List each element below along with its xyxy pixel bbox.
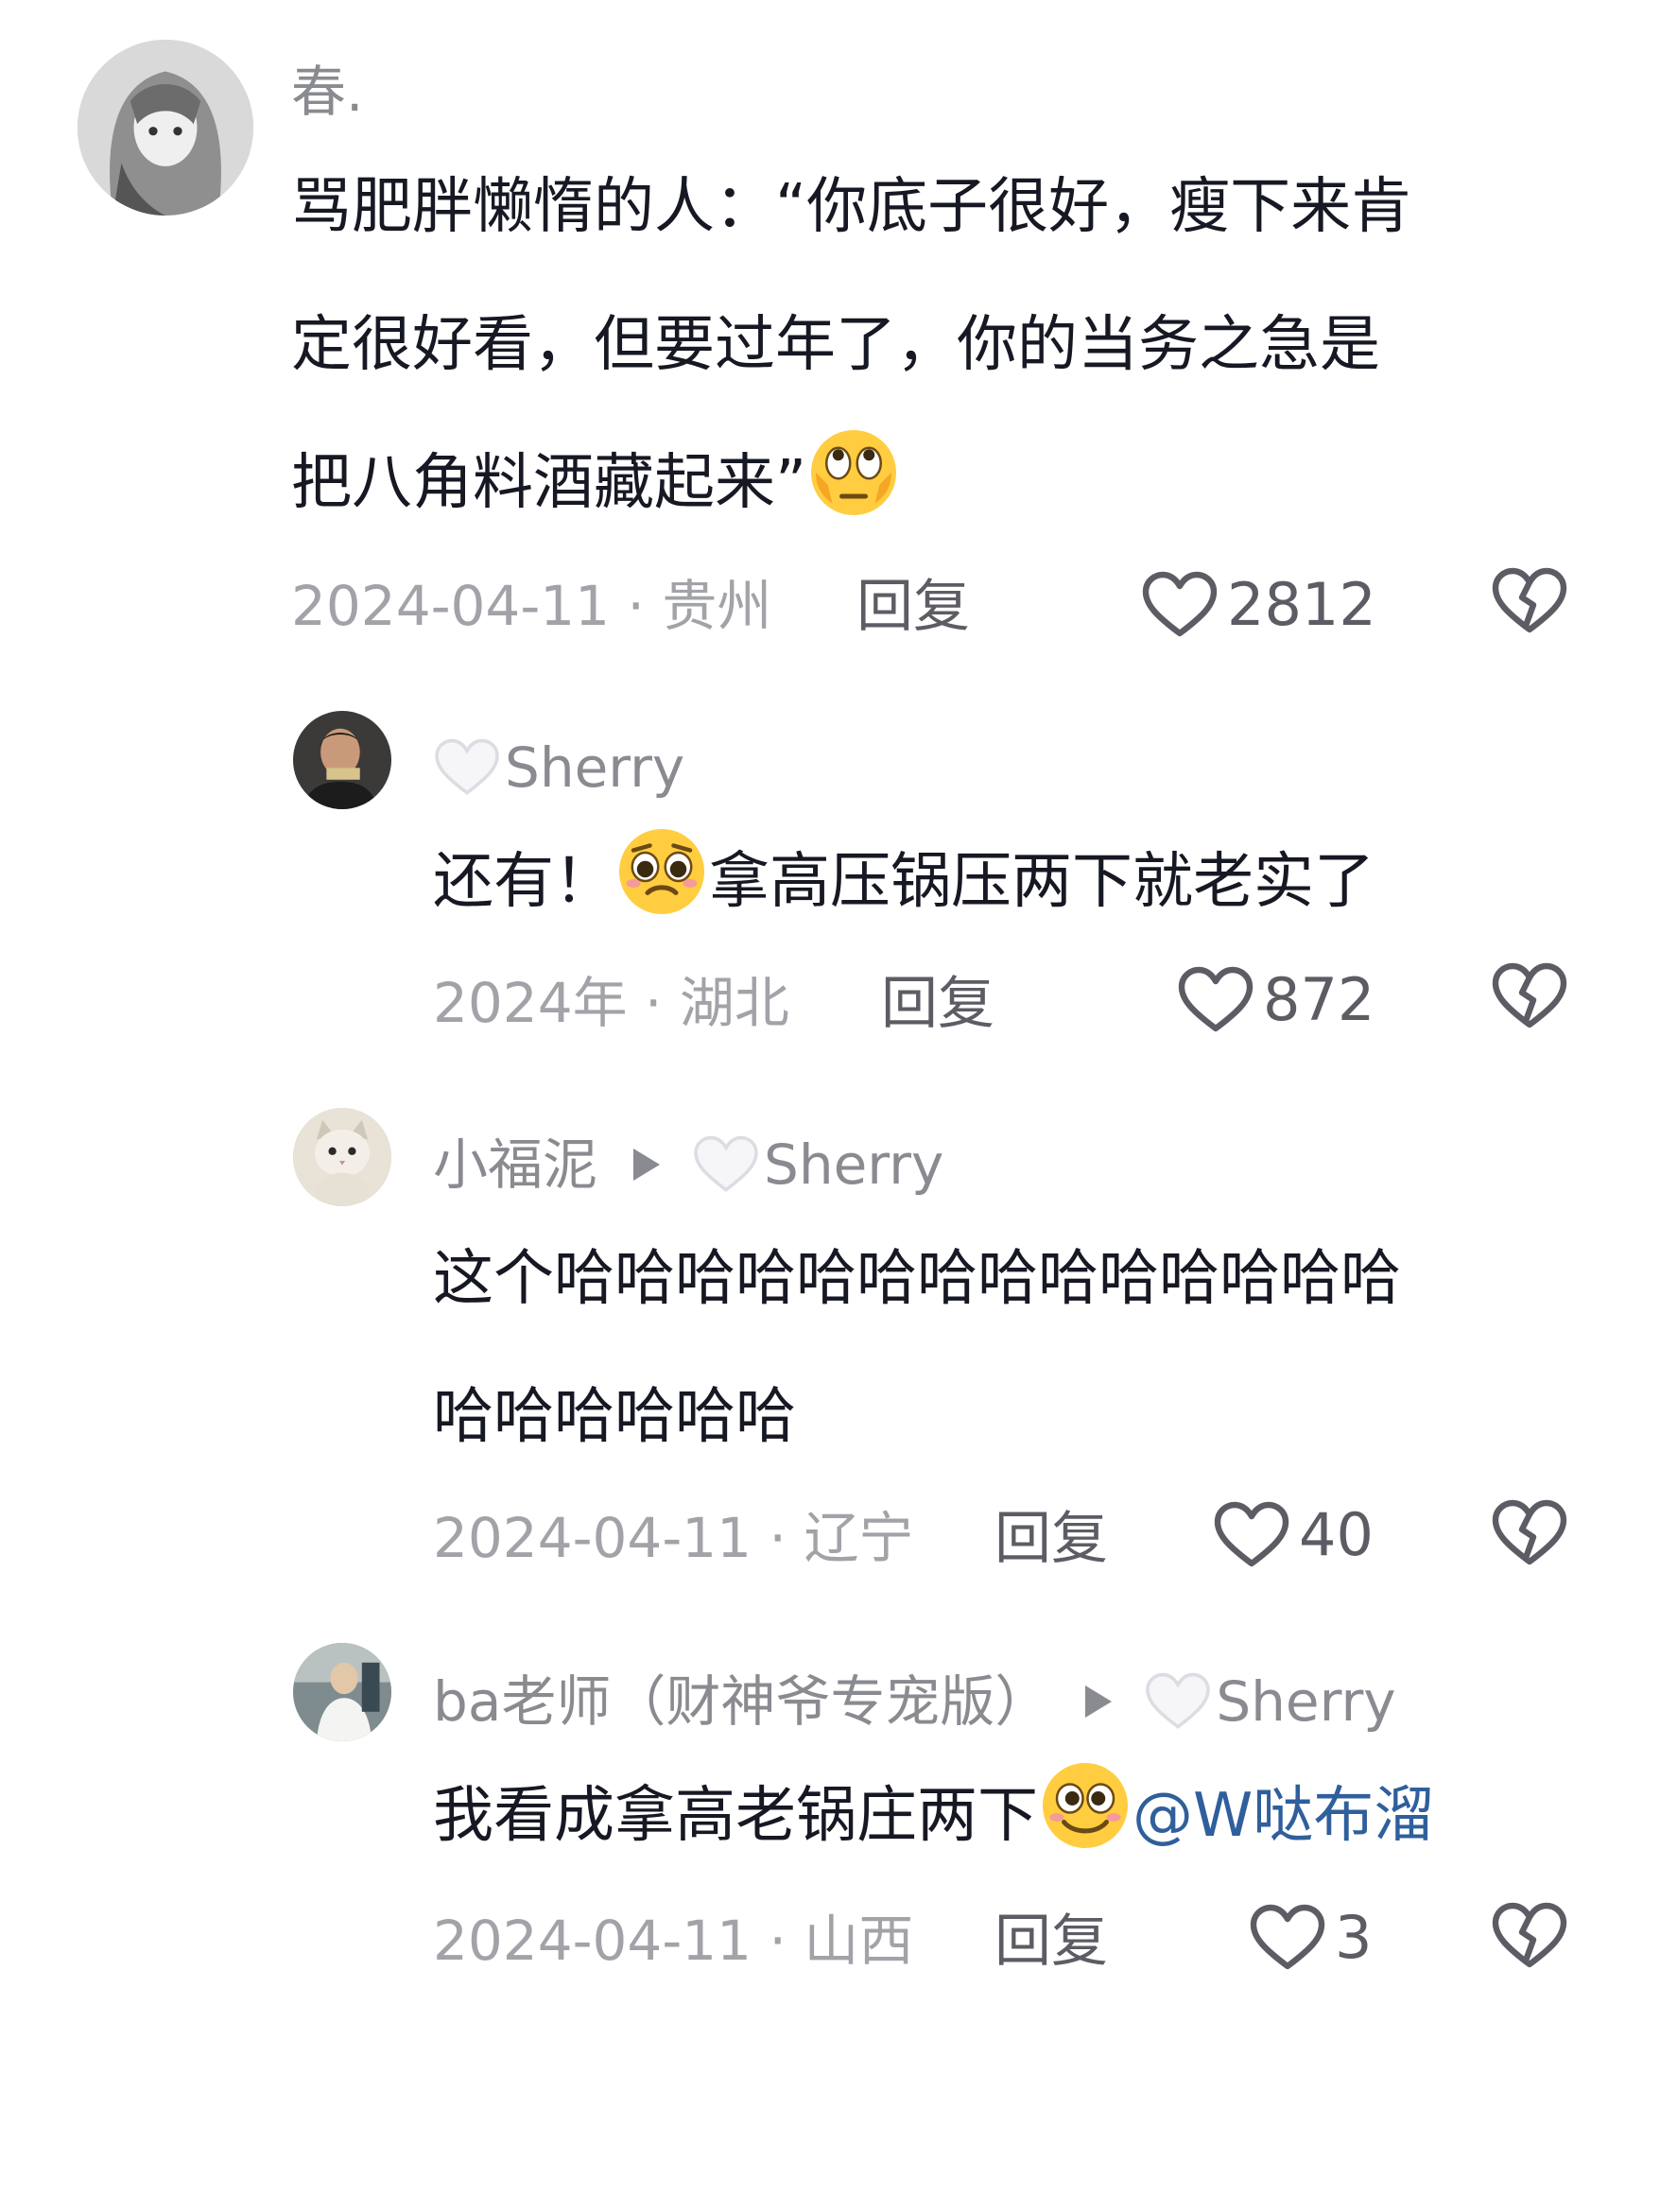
- username[interactable]: Sherry: [433, 737, 684, 798]
- comment-line-with-emoji: 我看成拿高老锅庄两下 @W哒布溜: [433, 1747, 1434, 1885]
- avatar[interactable]: [78, 40, 253, 216]
- username-text: ba老师（财神爷专宠版）: [433, 1669, 1050, 1734]
- broken-heart-icon[interactable]: [1492, 1499, 1567, 1567]
- eye-roll-emoji-icon: [811, 430, 897, 515]
- comment-text: 还有！ 拿高压锅压两下就老实了: [433, 813, 1375, 951]
- white-heart-icon: [692, 1134, 760, 1195]
- avatar[interactable]: [293, 1108, 391, 1206]
- person-photo-avatar-icon: [293, 1643, 391, 1741]
- reply-arrow-icon: [1085, 1685, 1113, 1718]
- reply-button[interactable]: 回复: [856, 579, 970, 635]
- cat-photo-avatar-icon: [293, 1108, 391, 1206]
- avatar[interactable]: [293, 711, 391, 809]
- mention-link[interactable]: @W哒布溜: [1133, 1781, 1434, 1851]
- anime-girl-avatar-icon: [78, 40, 253, 216]
- date-location: 2024-04-11 · 辽宁: [433, 1506, 914, 1570]
- heart-icon: [1250, 1904, 1325, 1972]
- like-count: 40: [1299, 1500, 1374, 1569]
- broken-heart-icon[interactable]: [1492, 1902, 1567, 1970]
- like-count: 872: [1263, 965, 1375, 1034]
- comment-line: 哈哈哈哈哈哈: [433, 1382, 796, 1452]
- white-heart-icon: [433, 737, 501, 798]
- man-photo-avatar-icon: [293, 711, 391, 809]
- reply-button[interactable]: 回复: [994, 1913, 1108, 1970]
- comment-text: 这个哈哈哈哈哈哈哈哈哈哈哈哈哈哈 哈哈哈哈哈哈: [433, 1210, 1401, 1486]
- comment-line-with-emoji: 把八角料酒藏起来”: [291, 414, 1411, 552]
- comment-line: 骂肥胖懒惰的人：“你底子很好，瘦下来肯: [291, 172, 1412, 242]
- username[interactable]: 春.: [291, 64, 363, 119]
- username-text: Sherry: [505, 735, 685, 800]
- like-count: 2812: [1227, 570, 1376, 639]
- comment-line: 定很好看，但要过年了，你的当务之急是: [291, 310, 1380, 380]
- date-location: 2024年 · 湖北: [433, 971, 789, 1035]
- username-text: 小福泥: [433, 1132, 598, 1197]
- username[interactable]: ba老师（财神爷专宠版） Sherry: [433, 1671, 1396, 1732]
- like-button[interactable]: 872: [1178, 966, 1375, 1034]
- date-location: 2024-04-11 · 贵州: [291, 574, 772, 638]
- white-heart-icon: [1144, 1671, 1212, 1732]
- avatar[interactable]: [293, 1643, 391, 1741]
- broken-heart-icon[interactable]: [1492, 567, 1567, 635]
- broken-heart-icon[interactable]: [1492, 962, 1567, 1030]
- username[interactable]: 小福泥 Sherry: [433, 1134, 943, 1195]
- like-button[interactable]: 2812: [1142, 571, 1376, 639]
- heart-icon: [1214, 1501, 1289, 1569]
- smile-emoji-icon: [1043, 1763, 1128, 1848]
- comment-text: 骂肥胖懒惰的人：“你底子很好，瘦下来肯 定很好看，但要过年了，你的当务之急是 把…: [291, 138, 1411, 552]
- like-button[interactable]: 3: [1250, 1904, 1372, 1972]
- pleading-emoji-icon: [619, 829, 704, 914]
- like-count: 3: [1335, 1903, 1373, 1972]
- date-location: 2024-04-11 · 山西: [433, 1909, 914, 1973]
- like-button[interactable]: 40: [1214, 1501, 1374, 1569]
- reply-button[interactable]: 回复: [994, 1511, 1108, 1567]
- reply-to-username[interactable]: Sherry: [764, 1137, 943, 1192]
- heart-icon: [1178, 966, 1254, 1034]
- comment-text: 我看成拿高老锅庄两下 @W哒布溜: [433, 1747, 1434, 1885]
- comment-line: 这个哈哈哈哈哈哈哈哈哈哈哈哈哈哈: [433, 1244, 1401, 1314]
- reply-arrow-icon: [633, 1149, 661, 1181]
- reply-button[interactable]: 回复: [881, 976, 994, 1032]
- comment-line-with-emoji: 还有！ 拿高压锅压两下就老实了: [433, 813, 1375, 951]
- reply-to-username[interactable]: Sherry: [1216, 1674, 1395, 1729]
- heart-icon: [1142, 571, 1218, 639]
